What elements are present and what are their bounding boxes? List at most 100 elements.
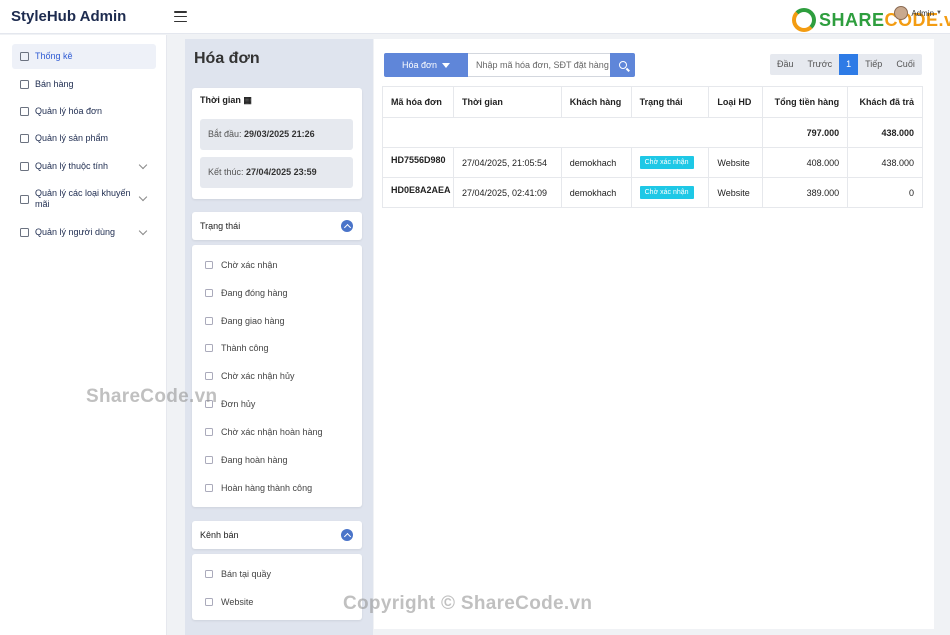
sidebar-item-attributes[interactable]: Quản lý thuộc tính: [12, 154, 156, 179]
pagination: Đầu Trước 1 Tiếp Cuối: [770, 54, 922, 75]
invoice-time: 27/04/2025, 21:05:54: [452, 147, 562, 178]
document-icon: [20, 134, 29, 143]
store-icon: [20, 80, 29, 89]
logo-text-share: SHARE: [819, 9, 885, 30]
search-bar: Hóa đơn: [384, 53, 635, 77]
time-filter-title: Thời gian: [200, 95, 241, 105]
sidebar-item-invoices[interactable]: Quản lý hóa đơn: [12, 99, 156, 124]
chevron-down-icon[interactable]: ▼: [936, 10, 942, 16]
invoice-icon: [20, 107, 29, 116]
collapse-icon[interactable]: [341, 220, 353, 232]
sidebar-item-promotions[interactable]: Quản lý các loại khuyến mãi: [12, 184, 156, 214]
checkbox[interactable]: [205, 372, 213, 380]
checkbox[interactable]: [205, 570, 213, 578]
status-option[interactable]: Đang hoàn hàng: [205, 455, 288, 465]
brand-title[interactable]: StyleHub Admin: [11, 8, 174, 25]
user-card-icon: [20, 228, 29, 237]
status-filter-options: Chờ xác nhận Đang đóng hàng Đang giao hà…: [192, 245, 362, 507]
page-next[interactable]: Tiếp: [858, 54, 890, 75]
checkbox[interactable]: [205, 456, 213, 464]
sidebar-item-products[interactable]: Quản lý sản phẩm: [12, 126, 156, 151]
start-date-value: 29/03/2025 21:26: [244, 129, 315, 139]
col-type[interactable]: Loại HD: [708, 86, 764, 118]
checkbox[interactable]: [205, 261, 213, 269]
avatar[interactable]: [894, 6, 909, 20]
table-row[interactable]: HD0E8A2AEA 27/04/2025, 02:41:09 demokhac…: [382, 177, 923, 208]
channel-filter-title: Kênh bán: [200, 530, 239, 540]
col-total[interactable]: Tổng tiền hàng: [762, 86, 849, 118]
search-button[interactable]: [610, 53, 635, 77]
filter-panel: Hóa đơn Thời gian ▦ Bắt đầu: 29/03/2025 …: [185, 39, 373, 635]
table-header-row: Mã hóa đơn Thời gian Khách hàng Trạng th…: [382, 86, 923, 118]
sidebar-item-sales[interactable]: Bán hàng: [12, 72, 156, 97]
status-filter-title: Trạng thái: [200, 221, 241, 231]
status-option[interactable]: Đang giao hàng: [205, 316, 285, 326]
page-first[interactable]: Đầu: [770, 54, 801, 75]
watermark-bottom: Copyright © ShareCode.vn: [343, 593, 593, 614]
status-option[interactable]: Hoàn hàng thành công: [205, 483, 312, 493]
checkbox[interactable]: [205, 428, 213, 436]
sidebar-item-users[interactable]: Quản lý người dùng: [12, 220, 156, 245]
checkbox[interactable]: [205, 484, 213, 492]
user-name[interactable]: Admin: [911, 9, 934, 18]
status-badge: Chờ xác nhận: [639, 186, 694, 199]
start-date-field[interactable]: Bắt đầu: 29/03/2025 21:26: [200, 119, 353, 150]
checkbox[interactable]: [205, 317, 213, 325]
status-option[interactable]: Thành công: [205, 343, 269, 353]
logo-mark-icon: [792, 8, 816, 32]
search-icon: [618, 61, 627, 69]
status-option[interactable]: Chờ xác nhận hủy: [205, 371, 294, 381]
top-header: StyleHub Admin SHARECODE.vn Admin ▼: [0, 0, 950, 34]
end-date-value: 27/04/2025 23:59: [246, 167, 317, 177]
channel-option[interactable]: Website: [205, 597, 253, 607]
col-code[interactable]: Mã hóa đơn: [382, 86, 454, 118]
status-option[interactable]: Đang đóng hàng: [205, 288, 288, 298]
channel-filter-options: Bán tại quầy Website: [192, 554, 362, 620]
table-row[interactable]: HD7556D980 27/04/2025, 21:05:54 demokhac…: [382, 147, 923, 178]
status-filter-header[interactable]: Trạng thái: [192, 212, 362, 240]
collapse-icon[interactable]: [341, 529, 353, 541]
page-current[interactable]: 1: [839, 54, 859, 75]
invoice-code[interactable]: HD7556D980: [382, 147, 454, 178]
invoice-type: Website: [708, 177, 764, 208]
col-time[interactable]: Thời gian: [452, 86, 562, 118]
end-date-label: Kết thúc:: [208, 167, 244, 177]
col-status[interactable]: Trạng thái: [630, 86, 710, 118]
invoice-code[interactable]: HD0E8A2AEA: [382, 177, 454, 208]
col-paid[interactable]: Khách đã trả: [847, 86, 923, 118]
invoice-total: 408.000: [762, 147, 849, 178]
invoice-time: 27/04/2025, 02:41:09: [452, 177, 562, 208]
checkbox[interactable]: [205, 344, 213, 352]
search-type-dropdown[interactable]: Hóa đơn: [384, 53, 468, 77]
summary-row: 797.000 438.000: [381, 117, 923, 148]
chevron-down-icon[interactable]: [138, 192, 148, 202]
channel-option[interactable]: Bán tại quầy: [205, 569, 271, 579]
summary-paid: 438.000: [847, 117, 923, 148]
chevron-down-icon[interactable]: [138, 226, 148, 235]
checkbox[interactable]: [205, 289, 213, 297]
sidebar-item-dashboard[interactable]: Thống kê: [12, 44, 156, 69]
col-customer[interactable]: Khách hàng: [560, 86, 632, 118]
status-option[interactable]: Chờ xác nhận hoàn hàng: [205, 427, 322, 437]
end-date-field[interactable]: Kết thúc: 27/04/2025 23:59: [200, 157, 353, 188]
chevron-down-icon[interactable]: [138, 160, 148, 169]
invoice-paid: 438.000: [847, 147, 923, 178]
invoice-customer: demokhach: [560, 177, 632, 208]
start-date-label: Bắt đầu:: [208, 129, 242, 139]
page-last[interactable]: Cuối: [889, 54, 922, 75]
search-input[interactable]: [468, 53, 610, 77]
sidebar: Thống kê Bán hàng Quản lý hóa đơn Quản l…: [0, 35, 167, 635]
invoice-paid: 0: [847, 177, 923, 208]
checkbox[interactable]: [205, 598, 213, 606]
time-filter-card: Thời gian ▦ Bắt đầu: 29/03/2025 21:26 Kế…: [192, 88, 362, 199]
promotion-icon: [20, 194, 29, 204]
status-option[interactable]: Chờ xác nhận: [205, 260, 277, 270]
page-prev[interactable]: Trước: [800, 54, 840, 75]
invoice-type: Website: [708, 147, 764, 178]
channel-filter-header[interactable]: Kênh bán: [192, 521, 362, 549]
calendar-icon: ▦: [243, 95, 252, 105]
menu-toggle-icon[interactable]: [174, 11, 187, 22]
invoice-customer: demokhach: [560, 147, 632, 178]
user-menu[interactable]: Admin ▼: [894, 6, 942, 20]
list-icon: [20, 162, 29, 171]
